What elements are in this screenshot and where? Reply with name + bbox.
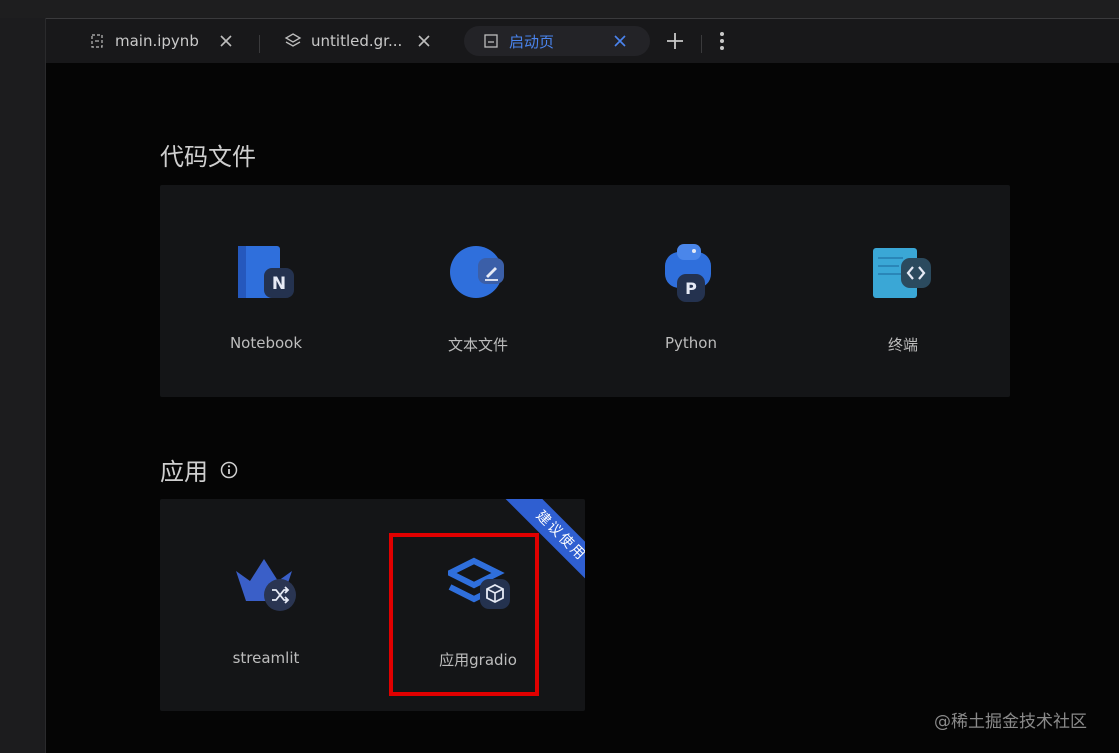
- more-options-button[interactable]: [714, 29, 730, 53]
- tab-bar: main.ipynb untitled.gr... 启动页: [46, 19, 1119, 63]
- launcher-item-label: Python: [665, 334, 717, 352]
- add-tab-button[interactable]: [665, 31, 685, 51]
- terminal-icon: [873, 244, 933, 304]
- launcher-item-python[interactable]: P Python: [585, 216, 797, 366]
- left-sidebar: [0, 18, 46, 753]
- top-strip: [0, 0, 1119, 19]
- highlight-box: [389, 533, 539, 696]
- svg-text:P: P: [685, 279, 697, 298]
- notebook-file-icon: [88, 32, 106, 50]
- info-icon[interactable]: [220, 457, 238, 485]
- section-title-apps: 应用: [160, 452, 238, 487]
- plus-icon: [667, 33, 683, 49]
- text-file-icon: [448, 244, 508, 304]
- notebook-icon: N: [236, 244, 296, 304]
- tab-label: 启动页: [509, 32, 555, 51]
- launcher-item-notebook[interactable]: N Notebook: [160, 216, 372, 366]
- section-title-text: 应用: [160, 458, 208, 486]
- code-files-card: N Notebook 文本文件 P Python 终端: [160, 185, 1010, 397]
- launcher-item-streamlit[interactable]: streamlit: [160, 533, 372, 683]
- section-title-code: 代码文件: [160, 143, 256, 171]
- tab-main-ipynb[interactable]: main.ipynb: [88, 26, 238, 56]
- launcher-item-label: 终端: [887, 336, 918, 354]
- watermark: @稀土掘金技术社区: [934, 712, 1087, 732]
- gradio-file-icon: [284, 32, 302, 50]
- close-icon[interactable]: [416, 33, 432, 49]
- close-icon[interactable]: [612, 33, 628, 49]
- tab-label: untitled.gr...: [311, 32, 403, 50]
- close-icon[interactable]: [218, 33, 234, 49]
- tab-label: main.ipynb: [115, 32, 199, 50]
- launcher-item-terminal[interactable]: 终端: [797, 216, 1009, 366]
- launcher-icon: [482, 32, 500, 50]
- launcher-item-text-file[interactable]: 文本文件: [372, 216, 584, 366]
- python-icon: P: [661, 244, 721, 304]
- launcher-item-label: Notebook: [229, 334, 303, 352]
- svg-text:N: N: [272, 274, 286, 294]
- tab-launcher[interactable]: 启动页: [464, 26, 650, 56]
- tab-divider: [701, 35, 702, 53]
- launcher-item-label: 文本文件: [447, 336, 508, 354]
- tab-untitled-gradio[interactable]: untitled.gr...: [284, 26, 434, 56]
- launcher-item-label: streamlit: [232, 649, 300, 667]
- tab-divider: [259, 35, 260, 53]
- more-vertical-icon: [720, 32, 724, 50]
- streamlit-icon: [236, 557, 296, 617]
